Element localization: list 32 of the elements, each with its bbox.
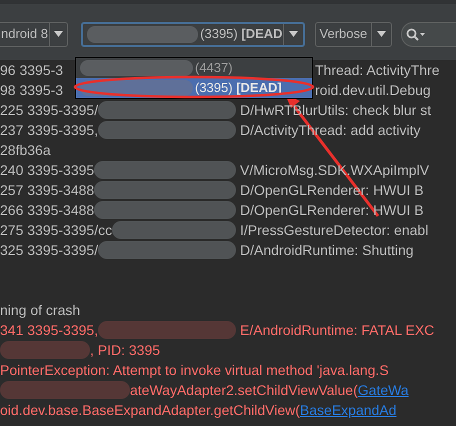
caret-icon xyxy=(288,31,298,37)
log-message: ateWayAdapter2.setChildViewValue( xyxy=(130,380,358,400)
search-field[interactable] xyxy=(401,22,456,46)
log-message: 28fb36a xyxy=(0,140,51,160)
log-prefix: 225 3395-3395/ xyxy=(0,100,98,120)
log-message: Thread: ActivityThre xyxy=(315,60,440,80)
source-link[interactable]: GateWa xyxy=(358,380,409,400)
log-message: E/AndroidRuntime: FATAL EXC xyxy=(240,320,434,340)
log-message: D/AndroidRuntime: Shutting xyxy=(240,240,414,260)
process-dropdown[interactable]: (3395) [DEAD xyxy=(80,22,305,46)
log-message: ning of crash xyxy=(0,300,80,320)
log-message: D/OpenGLRenderer: HWUI B xyxy=(240,200,424,220)
caret-icon xyxy=(377,31,386,37)
log-prefix: 275 3395-3395/cc xyxy=(0,220,112,240)
device-dropdown[interactable]: ndroid 8 xyxy=(0,22,68,46)
caret-icon xyxy=(54,31,63,37)
source-link[interactable]: BaseExpandAd xyxy=(300,400,396,420)
log-message: roid.dev.util.Debug xyxy=(315,80,431,100)
log-message: oid.dev.base.BaseExpandAdapter.getChildView( xyxy=(0,400,300,420)
log-prefix: 96 3395-3 xyxy=(0,60,64,80)
log-prefix: 237 3395-3395, xyxy=(0,120,98,140)
log-prefix: 266 3395-3488 xyxy=(0,200,94,220)
log-message: , PID: 3395 xyxy=(90,340,160,360)
log-level-dropdown[interactable]: Verbose xyxy=(314,22,392,46)
search-icon xyxy=(406,28,426,40)
log-prefix: 325 3395-3395/ xyxy=(0,240,98,260)
log-prefix: 257 3395-3488 xyxy=(0,180,94,200)
log-prefix: 98 3395-3 xyxy=(0,80,64,100)
log-message: PointerException: Attempt to invoke virtual method 'java.lang.S xyxy=(0,360,389,380)
log-prefix: 341 3395-3395, xyxy=(0,320,98,340)
log-message: I/PressGestureDetector: enabl xyxy=(240,220,428,240)
log-prefix: 240 3395-3395 xyxy=(0,160,94,180)
